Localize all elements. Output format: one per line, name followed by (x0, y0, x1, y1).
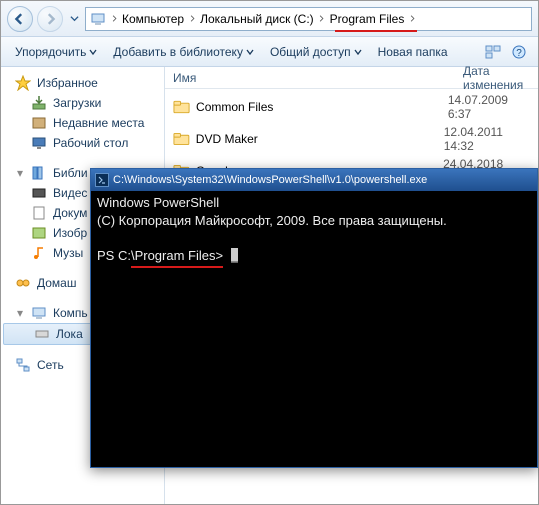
sidebar-downloads[interactable]: Загрузки (1, 93, 164, 113)
download-icon (31, 95, 47, 111)
breadcrumb-item[interactable]: Локальный диск (C:) (198, 10, 316, 28)
address-bar[interactable]: Компьютер Локальный диск (C:) Program Fi… (85, 7, 532, 31)
desktop-icon (31, 135, 47, 151)
recent-icon (31, 115, 47, 131)
new-folder-button[interactable]: Новая папка (372, 41, 454, 63)
help-button[interactable]: ? (508, 41, 530, 63)
cursor: _ (231, 248, 238, 263)
annotation-underline (335, 30, 417, 32)
annotation-underline: \Program Files> (131, 248, 223, 268)
column-header-name[interactable]: Имя (173, 71, 463, 85)
document-icon (31, 205, 47, 221)
breadcrumb-separator[interactable] (108, 10, 120, 28)
picture-icon (31, 225, 47, 241)
sidebar-favorites[interactable]: Избранное (1, 73, 164, 93)
video-icon (31, 185, 47, 201)
share-button[interactable]: Общий доступ (264, 41, 368, 63)
list-item[interactable]: Common Files 14.07.2009 6:37 (165, 91, 538, 123)
back-button[interactable] (7, 6, 33, 32)
powershell-window[interactable]: C:\Windows\System32\WindowsPowerShell\v1… (90, 168, 538, 468)
folder-icon (173, 99, 190, 115)
titlebar: Компьютер Локальный диск (C:) Program Fi… (1, 1, 538, 37)
network-icon (15, 357, 31, 373)
breadcrumb-separator[interactable] (406, 10, 418, 28)
breadcrumb-item[interactable]: Program Files (328, 10, 407, 28)
disk-icon (34, 326, 50, 342)
homegroup-icon (15, 275, 31, 291)
toolbar: Упорядочить Добавить в библиотеку Общий … (1, 37, 538, 67)
breadcrumb-item[interactable]: Компьютер (120, 10, 186, 28)
star-icon (15, 75, 31, 91)
expand-icon[interactable]: ▾ (15, 306, 25, 320)
powershell-titlebar[interactable]: C:\Windows\System32\WindowsPowerShell\v1… (91, 169, 537, 191)
svg-text:?: ? (516, 48, 522, 59)
list-item[interactable]: DVD Maker 12.04.2011 14:32 (165, 123, 538, 155)
computer-icon (90, 11, 106, 27)
powershell-title-text: C:\Windows\System32\WindowsPowerShell\v1… (113, 174, 427, 186)
breadcrumb-separator[interactable] (186, 10, 198, 28)
column-header-date[interactable]: Дата изменения (463, 64, 538, 92)
breadcrumb-separator[interactable] (316, 10, 328, 28)
recent-locations-button[interactable] (67, 8, 81, 30)
music-icon (31, 245, 47, 261)
library-icon (31, 165, 47, 181)
organize-button[interactable]: Упорядочить (9, 41, 103, 63)
forward-button[interactable] (37, 6, 63, 32)
folder-icon (173, 131, 190, 147)
powershell-icon (95, 173, 109, 187)
expand-icon[interactable]: ▾ (15, 166, 25, 180)
powershell-console[interactable]: Windows PowerShell (C) Корпорация Майкро… (91, 191, 537, 467)
sidebar-desktop[interactable]: Рабочий стол (1, 133, 164, 153)
view-options-button[interactable] (482, 41, 504, 63)
sidebar-recent[interactable]: Недавние места (1, 113, 164, 133)
add-to-library-button[interactable]: Добавить в библиотеку (107, 41, 260, 63)
computer-icon (31, 305, 47, 321)
